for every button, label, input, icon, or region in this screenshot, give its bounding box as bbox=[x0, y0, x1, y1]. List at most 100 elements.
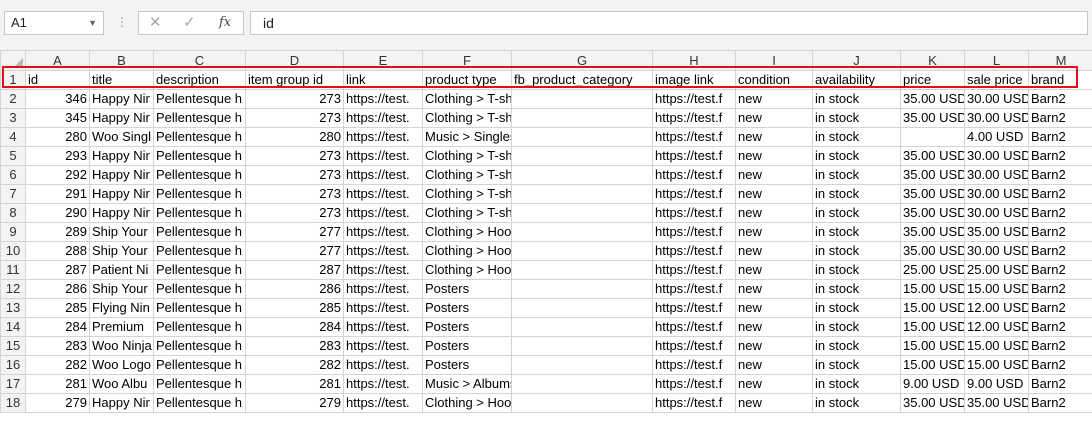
cell-i18[interactable]: new bbox=[735, 393, 813, 413]
cell-f1[interactable]: product type bbox=[422, 70, 512, 90]
cell-d16[interactable]: 282 bbox=[245, 355, 344, 375]
cell-c13[interactable]: Pellentesque h bbox=[153, 298, 246, 318]
row-header[interactable]: 6 bbox=[0, 165, 26, 185]
cell-i3[interactable]: new bbox=[735, 108, 813, 128]
cell-a5[interactable]: 293 bbox=[25, 146, 90, 166]
cell-k12[interactable]: 15.00 USD bbox=[900, 279, 965, 299]
cell-k9[interactable]: 35.00 USD bbox=[900, 222, 965, 242]
cell-m14[interactable]: Barn2 bbox=[1028, 317, 1092, 337]
cell-m3[interactable]: Barn2 bbox=[1028, 108, 1092, 128]
cell-c11[interactable]: Pellentesque h bbox=[153, 260, 246, 280]
cell-c1[interactable]: description bbox=[153, 70, 246, 90]
cell-f4[interactable]: Music > Singles bbox=[422, 127, 512, 147]
cell-g2[interactable] bbox=[511, 89, 653, 109]
name-box-dropdown-icon[interactable]: ▼ bbox=[88, 12, 97, 34]
cell-k7[interactable]: 35.00 USD bbox=[900, 184, 965, 204]
cell-l12[interactable]: 15.00 USD bbox=[964, 279, 1029, 299]
cell-a17[interactable]: 281 bbox=[25, 374, 90, 394]
cell-m13[interactable]: Barn2 bbox=[1028, 298, 1092, 318]
cell-j5[interactable]: in stock bbox=[812, 146, 901, 166]
cell-h3[interactable]: https://test.f bbox=[652, 108, 736, 128]
column-header-h[interactable]: H bbox=[652, 50, 736, 71]
cell-m17[interactable]: Barn2 bbox=[1028, 374, 1092, 394]
cell-f14[interactable]: Posters bbox=[422, 317, 512, 337]
cell-g8[interactable] bbox=[511, 203, 653, 223]
cell-l9[interactable]: 35.00 USD bbox=[964, 222, 1029, 242]
row-header[interactable]: 13 bbox=[0, 298, 26, 318]
cell-l3[interactable]: 30.00 USD bbox=[964, 108, 1029, 128]
cell-m11[interactable]: Barn2 bbox=[1028, 260, 1092, 280]
cell-c12[interactable]: Pellentesque h bbox=[153, 279, 246, 299]
cell-j1[interactable]: availability bbox=[812, 70, 901, 90]
column-header-a[interactable]: A bbox=[25, 50, 90, 71]
cell-g17[interactable] bbox=[511, 374, 653, 394]
cell-m4[interactable]: Barn2 bbox=[1028, 127, 1092, 147]
cell-l4[interactable]: 4.00 USD bbox=[964, 127, 1029, 147]
cell-j13[interactable]: in stock bbox=[812, 298, 901, 318]
cell-e1[interactable]: link bbox=[343, 70, 423, 90]
cell-i14[interactable]: new bbox=[735, 317, 813, 337]
cell-d4[interactable]: 280 bbox=[245, 127, 344, 147]
cell-f18[interactable]: Clothing > Hoodies bbox=[422, 393, 512, 413]
cell-j8[interactable]: in stock bbox=[812, 203, 901, 223]
cell-a12[interactable]: 286 bbox=[25, 279, 90, 299]
cell-i13[interactable]: new bbox=[735, 298, 813, 318]
cell-g3[interactable] bbox=[511, 108, 653, 128]
row-header[interactable]: 1 bbox=[0, 70, 26, 90]
row-header[interactable]: 15 bbox=[0, 336, 26, 356]
cell-e9[interactable]: https://test. bbox=[343, 222, 423, 242]
cell-g4[interactable] bbox=[511, 127, 653, 147]
cell-c10[interactable]: Pellentesque h bbox=[153, 241, 246, 261]
cell-i7[interactable]: new bbox=[735, 184, 813, 204]
cell-f5[interactable]: Clothing > T-shirts bbox=[422, 146, 512, 166]
cell-f12[interactable]: Posters bbox=[422, 279, 512, 299]
cell-m1[interactable]: brand bbox=[1028, 70, 1092, 90]
cell-k14[interactable]: 15.00 USD bbox=[900, 317, 965, 337]
cell-j15[interactable]: in stock bbox=[812, 336, 901, 356]
row-header[interactable]: 10 bbox=[0, 241, 26, 261]
cell-m2[interactable]: Barn2 bbox=[1028, 89, 1092, 109]
cell-l15[interactable]: 15.00 USD bbox=[964, 336, 1029, 356]
row-header[interactable]: 17 bbox=[0, 374, 26, 394]
cell-a11[interactable]: 287 bbox=[25, 260, 90, 280]
cell-i15[interactable]: new bbox=[735, 336, 813, 356]
cell-j11[interactable]: in stock bbox=[812, 260, 901, 280]
cell-c16[interactable]: Pellentesque h bbox=[153, 355, 246, 375]
cell-k10[interactable]: 35.00 USD bbox=[900, 241, 965, 261]
cell-j3[interactable]: in stock bbox=[812, 108, 901, 128]
insert-function-icon[interactable]: fx bbox=[219, 12, 231, 34]
cell-c3[interactable]: Pellentesque h bbox=[153, 108, 246, 128]
cell-e8[interactable]: https://test. bbox=[343, 203, 423, 223]
cell-a10[interactable]: 288 bbox=[25, 241, 90, 261]
cell-i1[interactable]: condition bbox=[735, 70, 813, 90]
cell-m5[interactable]: Barn2 bbox=[1028, 146, 1092, 166]
cell-a13[interactable]: 285 bbox=[25, 298, 90, 318]
cell-g18[interactable] bbox=[511, 393, 653, 413]
cell-h16[interactable]: https://test.f bbox=[652, 355, 736, 375]
cell-a2[interactable]: 346 bbox=[25, 89, 90, 109]
cell-c18[interactable]: Pellentesque h bbox=[153, 393, 246, 413]
cell-b17[interactable]: Woo Albu bbox=[89, 374, 154, 394]
row-header[interactable]: 8 bbox=[0, 203, 26, 223]
cell-a8[interactable]: 290 bbox=[25, 203, 90, 223]
cell-d2[interactable]: 273 bbox=[245, 89, 344, 109]
cell-b10[interactable]: Ship Your bbox=[89, 241, 154, 261]
cell-g14[interactable] bbox=[511, 317, 653, 337]
cell-b14[interactable]: Premium bbox=[89, 317, 154, 337]
cell-b12[interactable]: Ship Your bbox=[89, 279, 154, 299]
cell-e16[interactable]: https://test. bbox=[343, 355, 423, 375]
select-all-corner[interactable] bbox=[0, 50, 26, 71]
column-header-l[interactable]: L bbox=[964, 50, 1029, 71]
column-header-j[interactable]: J bbox=[812, 50, 901, 71]
row-header[interactable]: 3 bbox=[0, 108, 26, 128]
cell-e6[interactable]: https://test. bbox=[343, 165, 423, 185]
cell-i6[interactable]: new bbox=[735, 165, 813, 185]
cell-e3[interactable]: https://test. bbox=[343, 108, 423, 128]
cell-b1[interactable]: title bbox=[89, 70, 154, 90]
cell-l8[interactable]: 30.00 USD bbox=[964, 203, 1029, 223]
row-header[interactable]: 5 bbox=[0, 146, 26, 166]
cell-e14[interactable]: https://test. bbox=[343, 317, 423, 337]
row-header[interactable]: 12 bbox=[0, 279, 26, 299]
column-header-k[interactable]: K bbox=[900, 50, 965, 71]
cell-h18[interactable]: https://test.f bbox=[652, 393, 736, 413]
